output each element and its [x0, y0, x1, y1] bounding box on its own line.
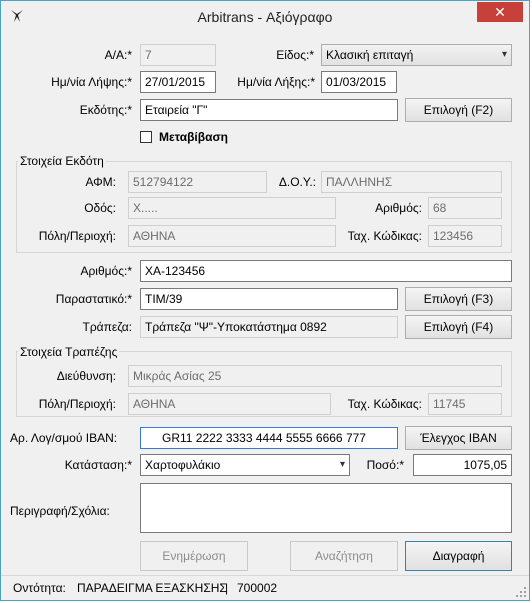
- transfer-label: Μεταβίβαση: [159, 130, 228, 144]
- entity-label: Οντότητα:: [13, 581, 66, 595]
- status-separator: |: [225, 581, 229, 595]
- status-label: Κατάσταση:*: [64, 458, 132, 472]
- entity-value: ΠΑΡΑΔΕΙΓΜΑ ΕΞΑΣΚΗΣΗΣ: [77, 581, 227, 595]
- check-iban-button[interactable]: Έλεγχος IBAN: [405, 426, 512, 450]
- bank-field[interactable]: Τράπεζα "Ψ"-Υποκατάστημα 0892: [140, 316, 398, 338]
- delete-button[interactable]: Διαγραφή: [405, 541, 512, 571]
- street-field[interactable]: Χ.....: [128, 197, 336, 219]
- amount-field[interactable]: 1075,05: [413, 454, 512, 476]
- bank-zip-field[interactable]: 11745: [428, 393, 502, 415]
- update-button[interactable]: Ενημέρωση: [140, 541, 248, 571]
- street-label: Οδός:: [84, 201, 116, 215]
- chevron-down-icon: ▾: [339, 459, 345, 470]
- aa-label: Α/Α:*: [104, 48, 132, 62]
- status-bar: Οντότητα: ΠΑΡΑΔΕΙΓΜΑ ΕΞΑΣΚΗΣΗΣ | 700002: [1, 575, 529, 600]
- status-dropdown-value: Χαρτοφυλάκιο: [145, 458, 221, 472]
- resize-grip-icon[interactable]: [515, 586, 527, 598]
- transfer-checkbox[interactable]: [140, 131, 152, 143]
- due-date-field[interactable]: 01/03/2015: [321, 71, 397, 93]
- city-field[interactable]: ΑΘΗΝΑ: [128, 225, 336, 247]
- chevron-down-icon: ▾: [501, 49, 507, 60]
- recv-date-field[interactable]: 27/01/2015: [140, 71, 216, 93]
- recv-date-label: Ημ/νία Λήψης:*: [51, 75, 132, 89]
- doy-field[interactable]: ΠΑΛΛΗΝΗΣ: [321, 171, 502, 193]
- window: Arbitrans - Αξιόγραφο ✕ Α/Α:* 7 Είδος:* …: [0, 0, 530, 601]
- type-dropdown[interactable]: Κλασική επιταγή ▾: [321, 44, 512, 66]
- afm-label: ΑΦΜ:: [85, 175, 116, 189]
- street-number-field[interactable]: 68: [428, 197, 502, 219]
- notes-label: Περιγραφή/Σχόλια:: [10, 504, 110, 518]
- bank-zip-label: Ταχ. Κώδικας:: [347, 397, 422, 411]
- issuer-label: Εκδότης:*: [79, 103, 132, 117]
- doc-number-field[interactable]: ΧΑ-123456: [140, 260, 512, 282]
- select-voucher-button[interactable]: Επιλογή (F3): [405, 287, 512, 311]
- zip-field[interactable]: 123456: [428, 225, 502, 247]
- notes-textarea[interactable]: [140, 483, 512, 533]
- amount-label: Ποσό:*: [366, 458, 404, 472]
- afm-field[interactable]: 512794122: [128, 171, 267, 193]
- issuer-field[interactable]: Εταιρεία "Γ": [140, 99, 398, 121]
- title-bar: Arbitrans - Αξιόγραφο ✕: [1, 1, 529, 33]
- street-number-label: Αριθμός:: [375, 201, 422, 215]
- close-button[interactable]: ✕: [477, 2, 523, 22]
- form-client-area: Α/Α:* 7 Είδος:* Κλασική επιταγή ▾ Ημ/νία…: [8, 33, 522, 575]
- select-bank-button[interactable]: Επιλογή (F4): [405, 315, 512, 339]
- select-issuer-button[interactable]: Επιλογή (F2): [405, 98, 512, 122]
- bank-city-field[interactable]: ΑΘΗΝΑ: [128, 393, 331, 415]
- entity-code: 700002: [237, 581, 278, 595]
- doy-label: Δ.Ο.Υ.:: [278, 175, 316, 189]
- bank-address-label: Διεύθυνση:: [56, 369, 116, 383]
- type-dropdown-value: Κλασική επιταγή: [326, 48, 414, 62]
- status-dropdown[interactable]: Χαρτοφυλάκιο ▾: [140, 454, 350, 476]
- search-button[interactable]: Αναζήτηση: [290, 541, 398, 571]
- aa-field[interactable]: 7: [140, 44, 216, 66]
- bank-label: Τράπεζα:: [82, 320, 132, 334]
- iban-label: Αρ. Λογ/σμού IBAN:: [10, 431, 118, 445]
- iban-field[interactable]: GR11 2222 3333 4444 5555 6666 777: [140, 427, 398, 449]
- issuer-info-group-title: Στοιχεία Εκδότη: [18, 154, 106, 168]
- due-date-label: Ημ/νία Λήξης:*: [237, 75, 315, 89]
- zip-label: Ταχ. Κώδικας:: [347, 229, 422, 243]
- city-label: Πόλη/Περιοχή:: [38, 229, 116, 243]
- bank-address-field[interactable]: Μικράς Ασίας 25: [128, 365, 502, 387]
- window-title: Arbitrans - Αξιόγραφο: [197, 9, 333, 25]
- bank-info-group-title: Στοιχεία Τραπέζης: [18, 345, 120, 359]
- voucher-field[interactable]: ΤΙΜ/39: [140, 288, 398, 310]
- bank-city-label: Πόλη/Περιοχή:: [38, 397, 116, 411]
- type-label: Είδος:*: [276, 48, 314, 62]
- doc-number-label: Αριθμός:*: [80, 264, 132, 278]
- voucher-label: Παραστατικό:*: [55, 292, 132, 306]
